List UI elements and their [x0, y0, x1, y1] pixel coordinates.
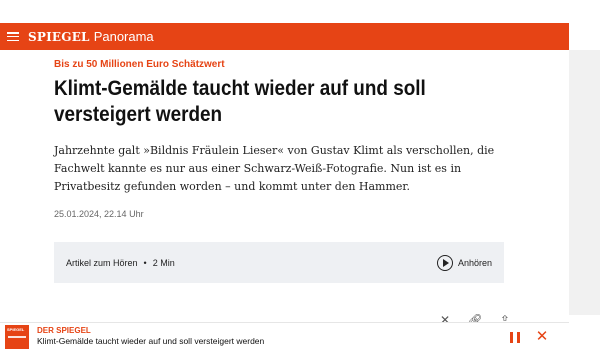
- pause-icon[interactable]: [510, 332, 520, 343]
- play-icon: [436, 254, 453, 271]
- audio-label: Artikel zum Hören: [66, 257, 138, 268]
- listen-button[interactable]: Anhören: [436, 254, 492, 271]
- player-thumbnail-label: SPIEGEL: [7, 326, 25, 332]
- share-bar: ✕ 🔗︎ ⇪: [440, 314, 510, 322]
- article-intro: Jahrzehnte galt »Bildnis Fräulein Lieser…: [54, 144, 495, 193]
- audio-player-bar: SPIEGEL DER SPIEGEL Klimt-Gemälde taucht…: [0, 322, 569, 350]
- right-gutter: [569, 50, 600, 315]
- share-icon[interactable]: ⇪: [500, 314, 510, 322]
- player-thumbnail: SPIEGEL: [5, 324, 29, 349]
- player-source: DER SPIEGEL: [37, 326, 91, 335]
- top-navigation-bar: SPIEGEL Panorama: [0, 23, 569, 50]
- menu-icon[interactable]: [7, 32, 19, 41]
- section-link[interactable]: Panorama: [94, 29, 154, 44]
- article-date: 25.01.2024, 22.14 Uhr: [54, 209, 144, 219]
- audio-separator: •: [143, 257, 147, 268]
- listen-label: Anhören: [457, 257, 492, 268]
- article-headline: Klimt-Gemälde taucht wieder auf und soll…: [54, 77, 426, 126]
- spiegel-logo[interactable]: SPIEGEL: [28, 30, 90, 44]
- player-info: DER SPIEGEL Klimt-Gemälde taucht wieder …: [37, 326, 264, 347]
- audio-duration: 2 Min: [152, 257, 175, 268]
- waveform-icon: [8, 335, 26, 338]
- audio-article-box: Artikel zum Hören • 2 Min Anhören: [54, 242, 504, 283]
- x-icon[interactable]: ✕: [440, 314, 450, 322]
- article-kicker: Bis zu 50 Millionen Euro Schätzwert: [54, 59, 225, 70]
- close-icon[interactable]: ✕: [535, 329, 549, 344]
- player-title: Klimt-Gemälde taucht wieder auf und soll…: [37, 336, 265, 346]
- link-icon[interactable]: 🔗︎: [467, 314, 482, 322]
